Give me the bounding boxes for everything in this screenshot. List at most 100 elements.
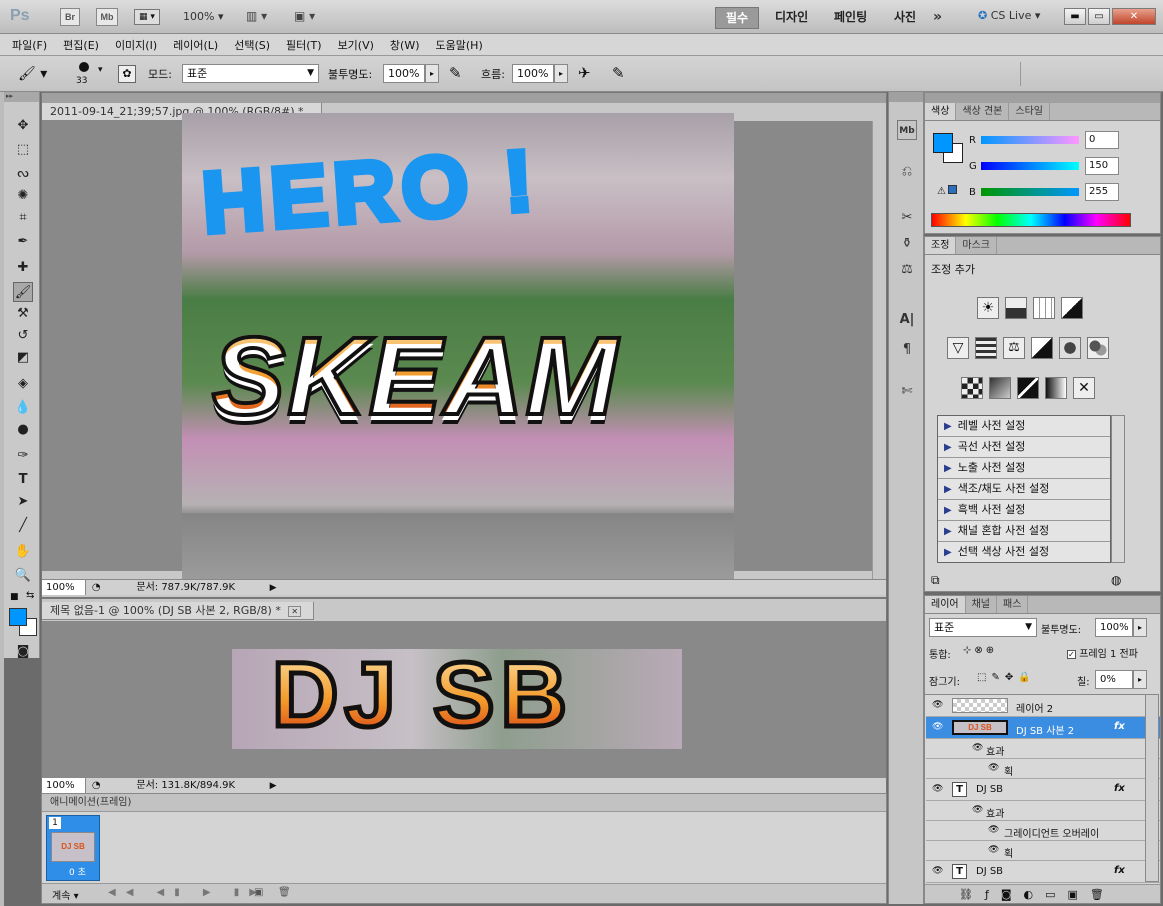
healing-brush-tool-icon[interactable]: ✚	[13, 258, 33, 278]
mini-bridge-icon[interactable]: Mb	[897, 120, 917, 140]
workspace-essentials[interactable]: 필수	[715, 7, 760, 29]
foreground-color-swatch[interactable]	[9, 608, 27, 626]
layer-opacity-slider[interactable]: ▸	[1133, 618, 1147, 637]
new-frame-icon[interactable]: ▣	[254, 887, 263, 898]
layer-row-selected[interactable]: 👁 DJ SB DJ SB 사본 2 fx	[926, 717, 1160, 739]
toolbox-collapse-handle[interactable]: ▸▸	[4, 92, 39, 102]
layer-row[interactable]: 👁 T DJ SB fx	[926, 861, 1160, 883]
preset-black-white[interactable]: ▶ 흑백 사전 설정	[938, 500, 1110, 521]
hand-tool-icon[interactable]: ✋	[13, 542, 33, 562]
tools-icon[interactable]: ✄	[897, 382, 917, 402]
visibility-eye-icon[interactable]: 👁	[932, 866, 943, 876]
blend-mode-select[interactable]: 표준 ▼	[929, 618, 1037, 637]
cs-live-button[interactable]: ✪ CS Live ▾	[978, 9, 1040, 22]
close-tab-icon[interactable]: ✕	[288, 606, 302, 617]
paragraph-icon[interactable]: ¶	[897, 340, 917, 360]
history-icon[interactable]: ⎌	[897, 162, 917, 182]
opacity-slider-button[interactable]: ▸	[425, 64, 439, 83]
curves-icon[interactable]	[1033, 297, 1055, 319]
tab-adjustments[interactable]: 조정	[925, 237, 957, 254]
character-icon[interactable]: A|	[897, 310, 917, 330]
vertical-scrollbar-1[interactable]	[872, 121, 886, 579]
canvas-area-1[interactable]: HERO ! SKEAM	[42, 113, 886, 579]
menu-image[interactable]: 이미지(I)	[107, 34, 165, 53]
brush-tool-icon[interactable]: 🖌	[13, 282, 33, 302]
path-selection-tool-icon[interactable]: ➤	[13, 492, 33, 512]
threshold-icon[interactable]	[1017, 377, 1039, 399]
tab-channels[interactable]: 채널	[966, 596, 998, 613]
presets-scrollbar[interactable]	[1111, 415, 1125, 563]
type-tool-icon[interactable]: T	[13, 470, 33, 490]
tab-swatches[interactable]: 색상 견본	[956, 103, 1010, 120]
blur-tool-icon[interactable]: 💧	[13, 398, 33, 418]
exposure-icon[interactable]	[1061, 297, 1083, 319]
r-slider[interactable]	[981, 136, 1079, 144]
brush-presets-icon[interactable]: ✂	[897, 208, 917, 228]
fill-slider[interactable]: ▸	[1133, 670, 1147, 689]
visibility-eye-icon[interactable]: 👁	[932, 700, 943, 710]
status-menu-arrow-icon[interactable]: ▶	[270, 583, 277, 593]
mini-bridge-button[interactable]: Mb	[96, 8, 118, 26]
preset-channel-mixer[interactable]: ▶ 채널 혼합 사전 설정	[938, 521, 1110, 542]
document-tab-2[interactable]: 제목 없음-1 @ 100% (DJ SB 사본 2, RGB/8) * ✕	[42, 602, 314, 620]
b-input[interactable]: 255	[1085, 183, 1119, 201]
canvas-area-2[interactable]: DJ SB	[42, 621, 886, 777]
status-menu-arrow-icon[interactable]: ▶	[270, 781, 277, 791]
menu-file[interactable]: 파일(F)	[4, 34, 55, 53]
g-input[interactable]: 150	[1085, 157, 1119, 175]
menu-select[interactable]: 선택(S)	[226, 34, 278, 53]
tab-masks[interactable]: 마스크	[956, 237, 998, 254]
menu-edit[interactable]: 편집(E)	[55, 34, 107, 53]
preset-exposure[interactable]: ▶ 노출 사전 설정	[938, 458, 1110, 479]
selective-color-icon[interactable]: ✕	[1073, 377, 1095, 399]
g-slider[interactable]	[981, 162, 1079, 170]
color-balance-icon[interactable]: ⚖	[1003, 337, 1025, 359]
status-info-icon[interactable]: ◔	[89, 580, 103, 595]
effect-row[interactable]: 👁 그레이디언트 오버레이	[926, 821, 1160, 841]
brush-preset-picker[interactable]: 33 ▾	[74, 60, 106, 88]
fill-input[interactable]: 0%	[1095, 670, 1133, 689]
close-button[interactable]: ✕	[1112, 8, 1156, 25]
view-extras-button[interactable]: ▦ ▾	[134, 9, 160, 25]
marquee-tool-icon[interactable]: ⬚	[13, 140, 33, 160]
black-white-icon[interactable]	[1031, 337, 1053, 359]
opacity-input[interactable]: 100%	[383, 64, 425, 83]
channel-mixer-icon[interactable]	[1087, 337, 1109, 359]
lock-buttons[interactable]: ⬚✎✥🔒	[977, 672, 1036, 683]
menu-help[interactable]: 도움말(H)	[428, 34, 491, 53]
clone-stamp-tool-icon[interactable]: ⚒	[13, 304, 33, 324]
airbrush-icon[interactable]: ✈	[578, 64, 591, 82]
visibility-eye-icon[interactable]: 👁	[988, 825, 999, 835]
mode-select[interactable]: 표준 ▼	[182, 64, 319, 83]
arrange-documents-button[interactable]: ▥ ▾	[246, 9, 272, 25]
visibility-eye-icon[interactable]: 👁	[988, 845, 999, 855]
more-workspaces-button[interactable]: »	[933, 9, 942, 25]
move-tool-icon[interactable]: ✥	[13, 116, 33, 136]
playback-buttons[interactable]: ◀◀ ◀▮ ▶ ▮▶	[108, 887, 267, 898]
layers-footer-buttons[interactable]: ⛓ƒ◙◐▭▣🗑	[925, 884, 1160, 903]
eraser-tool-icon[interactable]: ◩	[13, 348, 33, 368]
effects-row[interactable]: 👁 효과	[926, 801, 1160, 821]
fx-icon[interactable]: fx	[1114, 783, 1125, 794]
tablet-opacity-icon[interactable]: ✎	[449, 64, 462, 82]
tab-paths[interactable]: 패스	[997, 596, 1029, 613]
visibility-eye-icon[interactable]: 👁	[972, 743, 983, 753]
tablet-size-icon[interactable]: ✎	[612, 64, 625, 82]
quick-selection-tool-icon[interactable]: ✺	[13, 186, 33, 206]
tab-layers[interactable]: 레이어	[925, 596, 966, 613]
swap-colors-icon[interactable]: ⇆	[26, 590, 34, 601]
brush-panel-toggle-icon[interactable]: ✿	[118, 65, 136, 83]
effects-row[interactable]: 👁 효과	[926, 739, 1160, 759]
flow-input[interactable]: 100%	[512, 64, 554, 83]
r-input[interactable]: 0	[1085, 131, 1119, 149]
line-tool-icon[interactable]: ╱	[13, 516, 33, 536]
dodge-tool-icon[interactable]: ●	[13, 420, 33, 440]
menu-window[interactable]: 창(W)	[382, 34, 428, 53]
gradient-map-icon[interactable]	[1045, 377, 1067, 399]
menu-layer[interactable]: 레이어(L)	[165, 34, 226, 53]
screen-mode-button[interactable]: ▣ ▾	[294, 9, 324, 25]
tab-styles[interactable]: 스타일	[1009, 103, 1050, 120]
effect-row[interactable]: 👁 획	[926, 841, 1160, 861]
menu-filter[interactable]: 필터(T)	[278, 34, 330, 53]
bridge-button[interactable]: Br	[60, 8, 80, 26]
